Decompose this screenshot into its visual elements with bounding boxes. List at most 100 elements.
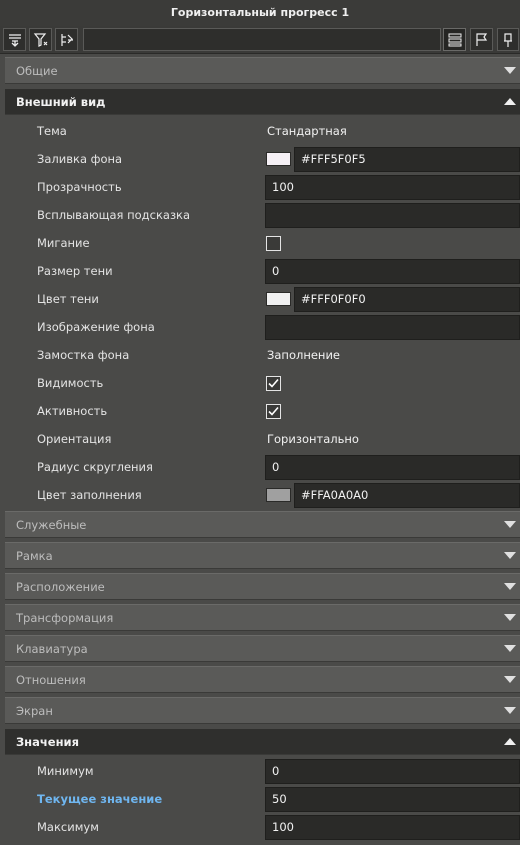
visibility-checkbox[interactable] [266,376,281,391]
maximum-field[interactable]: 100 [265,815,520,840]
section-label: Служебные [16,518,87,532]
property-current-value: Текущее значение 50 [5,785,520,813]
property-label: Тема [37,124,67,138]
section-location[interactable]: Расположение [5,573,520,600]
tooltip-field[interactable] [265,203,520,228]
section-appearance[interactable]: Внешний вид [5,88,520,115]
pin-icon [504,32,512,47]
flag-button[interactable] [470,28,493,51]
bg-image-field[interactable] [265,315,520,340]
property-bg-image: Изображение фона [5,313,520,341]
checkmark-icon [268,406,279,416]
property-label: Радиус скругления [37,460,153,474]
list-view-button[interactable] [443,28,466,51]
section-label: Отношения [16,673,86,687]
color-swatch[interactable] [266,488,291,502]
property-label: Минимум [37,764,94,778]
chevron-down-icon [504,521,516,528]
fill-color-field[interactable]: #FFA0A0A0 [294,483,520,508]
property-maximum: Максимум 100 [5,813,520,841]
property-label: Видимость [37,376,104,390]
chevron-down-icon [504,552,516,559]
property-label: Размер тени [37,264,113,278]
property-label: Всплывающая подсказка [37,208,191,222]
shadow-size-field[interactable]: 0 [265,259,520,284]
panel-title: Горизонтальный прогресс 1 [0,0,520,26]
property-shadow-color: Цвет тени #FFF0F0F0 [5,285,520,313]
section-transform[interactable]: Трансформация [5,604,520,631]
property-label: Заливка фона [37,152,123,166]
property-minimum: Минимум 0 [5,757,520,785]
shadow-color-field[interactable]: #FFF0F0F0 [294,287,520,312]
section-relations[interactable]: Отношения [5,666,520,693]
property-shadow-size: Размер тени 0 [5,257,520,285]
property-visibility: Видимость [5,369,520,397]
opacity-field[interactable]: 100 [265,175,520,200]
property-label: Цвет заполнения [37,488,142,502]
chevron-down-icon [504,67,516,74]
toolbar [0,26,520,54]
chevron-down-icon [504,707,516,714]
property-label: Замостка фона [37,348,130,362]
chevron-down-icon [504,583,516,590]
section-screen[interactable]: Экран [5,697,520,724]
minimum-field[interactable]: 0 [265,759,520,784]
theme-value[interactable]: Стандартная [267,117,347,145]
pin-button[interactable] [497,28,519,51]
filter-button[interactable] [29,28,52,51]
section-keyboard[interactable]: Клавиатура [5,635,520,662]
section-label: Рамка [16,549,53,563]
chevron-down-icon [504,676,516,683]
property-label: Изображение фона [37,320,155,334]
property-blink: Мигание [5,229,520,257]
property-label: Ориентация [37,432,112,446]
filter-icon [33,32,47,47]
chevron-up-icon [504,98,516,105]
section-general[interactable]: Общие [5,57,520,84]
search-input[interactable] [83,28,441,51]
chevron-up-icon [504,738,516,745]
section-label: Трансформация [16,611,114,625]
section-label: Клавиатура [16,642,88,656]
corner-radius-field[interactable]: 0 [265,455,520,480]
section-values[interactable]: Значения [5,728,520,755]
property-bg-fill: Заливка фона #FFF5F0F5 [5,145,520,173]
chevron-down-icon [504,645,516,652]
section-frame[interactable]: Рамка [5,542,520,569]
section-label: Внешний вид [16,95,106,109]
property-activity: Активность [5,397,520,425]
list-view-icon [448,33,461,46]
property-corner-radius: Радиус скругления 0 [5,453,520,481]
color-swatch[interactable] [266,152,291,166]
property-label: Максимум [37,820,99,834]
sort-button[interactable] [3,28,26,51]
property-fill-color: Цвет заполнения #FFA0A0A0 [5,481,520,509]
checkmark-icon [268,378,279,388]
current-value-field[interactable]: 50 [265,787,520,812]
property-tooltip: Всплывающая подсказка [5,201,520,229]
tree-icon [60,33,73,46]
section-label: Общие [16,64,58,78]
bg-fill-field[interactable]: #FFF5F0F5 [294,147,520,172]
orientation-value[interactable]: Горизонтально [267,425,359,453]
property-label: Цвет тени [37,292,99,306]
property-theme[interactable]: Тема Стандартная [5,117,520,145]
section-service[interactable]: Служебные [5,511,520,538]
flag-icon [475,32,487,46]
section-label: Экран [16,704,53,718]
sort-icon [8,33,21,47]
property-opacity: Прозрачность 100 [5,173,520,201]
property-label: Мигание [37,236,90,250]
section-label: Значения [16,735,79,749]
tree-button[interactable] [55,28,78,51]
color-swatch[interactable] [266,292,291,306]
property-label: Текущее значение [37,792,163,806]
activity-checkbox[interactable] [266,404,281,419]
property-label: Активность [37,404,108,418]
bg-tiling-value[interactable]: Заполнение [267,341,340,369]
property-orientation[interactable]: Ориентация Горизонтально [5,425,520,453]
property-bg-tiling[interactable]: Замостка фона Заполнение [5,341,520,369]
section-label: Расположение [16,580,105,594]
blink-checkbox[interactable] [266,236,281,251]
property-label: Прозрачность [37,180,122,194]
